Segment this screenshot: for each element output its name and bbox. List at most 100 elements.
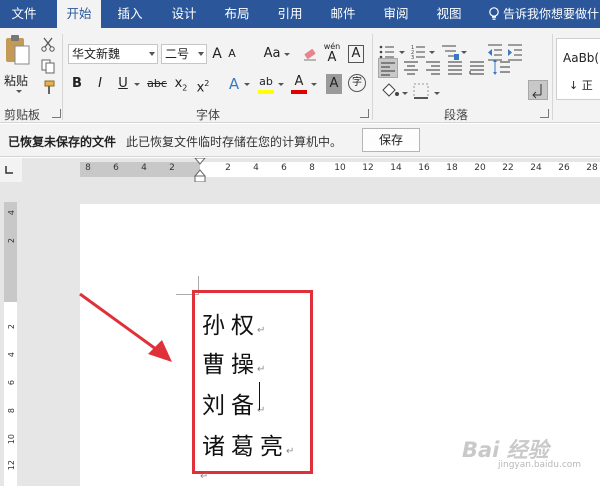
ruler-number: 22 [502,163,514,173]
shrink-font-button[interactable]: A [226,44,238,64]
vertical-ruler-number: 2 [7,324,16,330]
style-gallery[interactable]: AaBb( ↓ 正 [556,38,600,100]
paragraph-mark: ↵ [257,364,266,375]
paragraph-mark-icon [532,84,542,99]
tab-layout[interactable]: 布局 [215,0,259,28]
vertical-ruler-number: 4 [7,352,16,358]
document-line[interactable]: 诸葛亮↵ [202,427,294,461]
justify-icon [448,61,462,75]
font-launcher-icon[interactable] [360,109,369,118]
font-size-value: 二号 [165,47,190,61]
chevron-down-icon [198,52,204,56]
ruler-number: 4 [141,163,147,173]
watermark-url: jingyan.baidu.com [498,460,582,470]
vertical-ruler-number: 6 [7,380,16,386]
text-cursor [259,382,260,410]
enclose-characters-button[interactable]: 字 [348,74,366,92]
vertical-ruler[interactable]: 4 2 2 4 6 8 10 12 [4,202,17,486]
vertical-ruler-margin [4,202,17,302]
align-right-icon [426,61,440,75]
ruler-number: 2 [169,163,175,173]
ruler-number: 6 [113,163,119,173]
indent-marker-icon[interactable] [193,158,207,184]
borders-button[interactable] [412,82,432,102]
document-line[interactable]: 刘备↵ [202,386,265,420]
ruler-number: 6 [281,163,287,173]
align-center-button[interactable] [402,58,422,78]
character-shading-button[interactable]: A [326,74,342,94]
subscript-button[interactable]: x2 [172,74,190,94]
ruler-number: 26 [558,163,570,173]
tab-design[interactable]: 设计 [162,0,206,28]
line-spacing-icon [493,59,510,75]
superscript-button[interactable]: x2 [194,74,212,95]
chevron-down-icon [244,83,250,86]
cut-icon[interactable] [40,36,56,52]
copy-icon[interactable] [40,58,56,74]
justify-button[interactable] [446,58,466,78]
underline-button[interactable]: U [117,74,129,94]
line-text: 刘备 [202,393,260,419]
clear-formatting-icon[interactable] [302,46,318,62]
phonetic-guide-button[interactable]: wén A [322,42,342,66]
clipboard-group-label: 剪贴板 [4,108,41,122]
align-left-icon [381,62,395,76]
paragraph-mark: ↵ [257,325,266,336]
shading-button[interactable] [380,82,400,102]
font-size-combo[interactable]: 二号 [161,44,207,64]
align-center-icon [404,61,418,75]
paragraph-launcher-icon[interactable] [540,109,549,118]
infobar-message: 此已恢复文件临时存储在您的计算机中。 [126,135,343,149]
ruler-number: 10 [334,163,346,173]
chevron-down-icon [311,83,317,86]
format-painter-icon[interactable] [40,80,56,96]
tab-review[interactable]: 审阅 [374,0,418,28]
document-line[interactable]: 曹操↵ [202,345,265,379]
vertical-ruler-number: 12 [7,460,16,471]
line-text: 诸葛亮 [202,434,289,460]
tab-selector[interactable] [0,158,22,182]
font-color-button[interactable]: A [291,72,307,92]
align-right-button[interactable] [424,58,444,78]
ruler-number: 18 [446,163,458,173]
text-effects-button[interactable]: A [226,74,242,94]
tell-me-box[interactable]: 告诉我你想要做什 [488,0,599,28]
paste-dropdown-icon [16,90,22,93]
bold-button[interactable]: B [70,74,84,94]
clipboard-launcher-icon[interactable] [52,109,61,118]
character-border-button[interactable]: A [348,45,364,63]
ruler-number: 16 [418,163,430,173]
font-name-value: 华文新魏 [72,47,121,61]
tab-mailings[interactable]: 邮件 [321,0,365,28]
highlight-button[interactable]: ab [258,72,274,92]
ruler-number: 20 [474,163,486,173]
chevron-down-icon [149,52,155,56]
style-name: ↓ 正 [569,79,593,92]
italic-button[interactable]: I [94,74,106,94]
strikethrough-button[interactable]: abc [146,74,168,94]
change-case-button[interactable]: Aa [262,44,282,64]
ruler-row: 8 6 4 2 2 4 6 8 10 12 14 16 18 20 22 24 26 28 [0,158,600,184]
ruler-number: 8 [309,163,315,173]
document-line[interactable]: 孙权↵ [202,306,265,340]
tab-view[interactable]: 视图 [427,0,471,28]
align-left-button[interactable] [378,58,398,78]
chevron-down-icon [284,53,290,56]
save-button[interactable]: 保存 [362,128,420,152]
grow-font-button[interactable]: A [210,44,224,64]
line-text: 曹操 [202,352,260,378]
group-divider [62,34,63,120]
font-name-combo[interactable]: 华文新魏 [68,44,158,64]
tab-references[interactable]: 引用 [268,0,312,28]
distributed-button[interactable] [468,58,488,78]
group-divider [552,34,553,120]
tab-insert[interactable]: 插入 [108,0,152,28]
paste-button[interactable]: 粘贴 [4,34,32,94]
tab-file[interactable]: 文件 [0,0,48,28]
paragraph-group-label: 段落 [444,108,469,122]
show-marks-button[interactable] [528,80,548,100]
horizontal-ruler[interactable]: 8 6 4 2 2 4 6 8 10 12 14 16 18 20 22 24 26 28 [80,162,600,177]
tab-home[interactable]: 开始 [57,0,101,29]
line-spacing-button[interactable] [492,58,512,78]
group-divider [372,34,373,120]
